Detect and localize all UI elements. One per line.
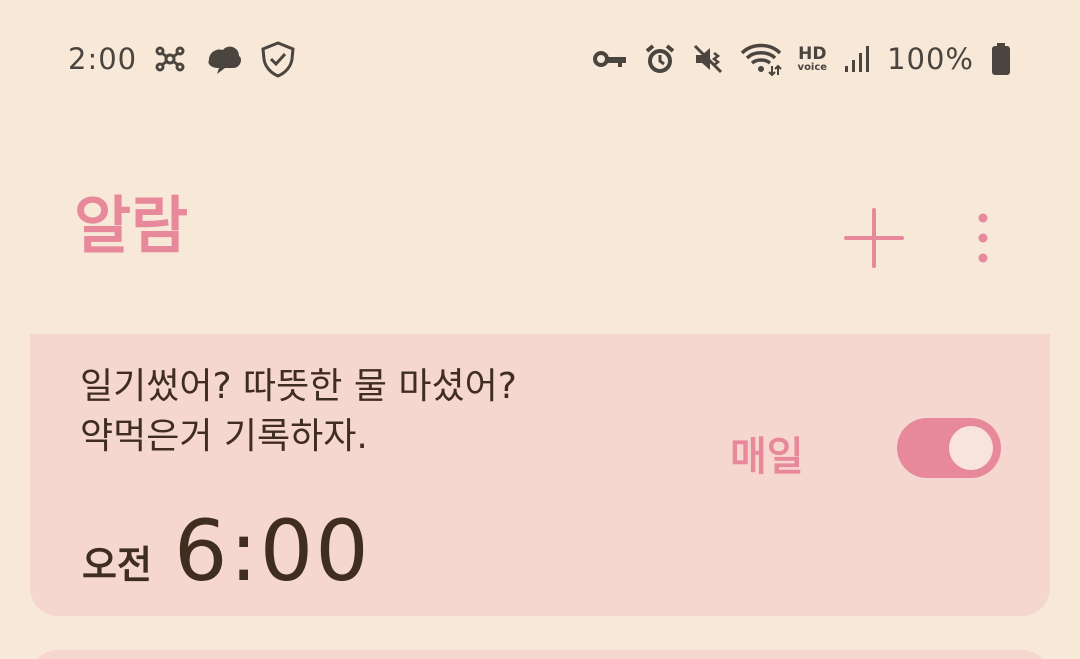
shield-check-icon [259, 40, 297, 78]
hd-label: HD [798, 43, 827, 64]
wifi-icon [740, 42, 782, 76]
more-vertical-icon [978, 213, 988, 263]
alarm-label: 일기썼어? 따뜻한 물 마셨어? 약먹은거 기록하자. [80, 366, 517, 457]
status-bar: 2:00 HD voice 100% [68, 36, 1012, 82]
alarm-ampm: 오전 [82, 543, 152, 587]
battery-percent: 100% [887, 42, 974, 76]
alarm-card[interactable]: 일기썼어? 따뜻한 물 마셨어? 약먹은거 기록하자. 오전 6:00 매일 [30, 334, 1050, 616]
alarm-time: 6:00 [174, 502, 371, 600]
hd-voice-icon: HD voice [797, 43, 828, 73]
cloud-app-icon [203, 42, 243, 76]
notification-app-icon [153, 42, 187, 76]
vpn-key-icon [592, 47, 628, 71]
alarm-icon [644, 43, 676, 75]
toggle-knob [949, 426, 993, 470]
voice-label: voice [797, 61, 828, 73]
alarm-repeat-label: 매일 [730, 434, 804, 480]
vibrate-mute-icon [692, 43, 724, 75]
signal-icon [843, 44, 871, 74]
status-bar-right: HD voice 100% [592, 42, 1012, 76]
plus-icon [844, 208, 904, 268]
next-alarm-card[interactable] [30, 650, 1050, 659]
add-alarm-button[interactable] [844, 208, 904, 268]
alarm-screen: 2:00 HD voice 100% 알람 일기썼어? 따뜻한 물 마셨어? 약… [0, 0, 1080, 659]
more-options-button[interactable] [966, 210, 1000, 268]
page-title: 알람 [74, 189, 189, 262]
alarm-toggle[interactable] [897, 418, 1001, 478]
status-time: 2:00 [68, 42, 138, 76]
status-bar-left: 2:00 [68, 40, 297, 78]
battery-icon [990, 42, 1012, 76]
